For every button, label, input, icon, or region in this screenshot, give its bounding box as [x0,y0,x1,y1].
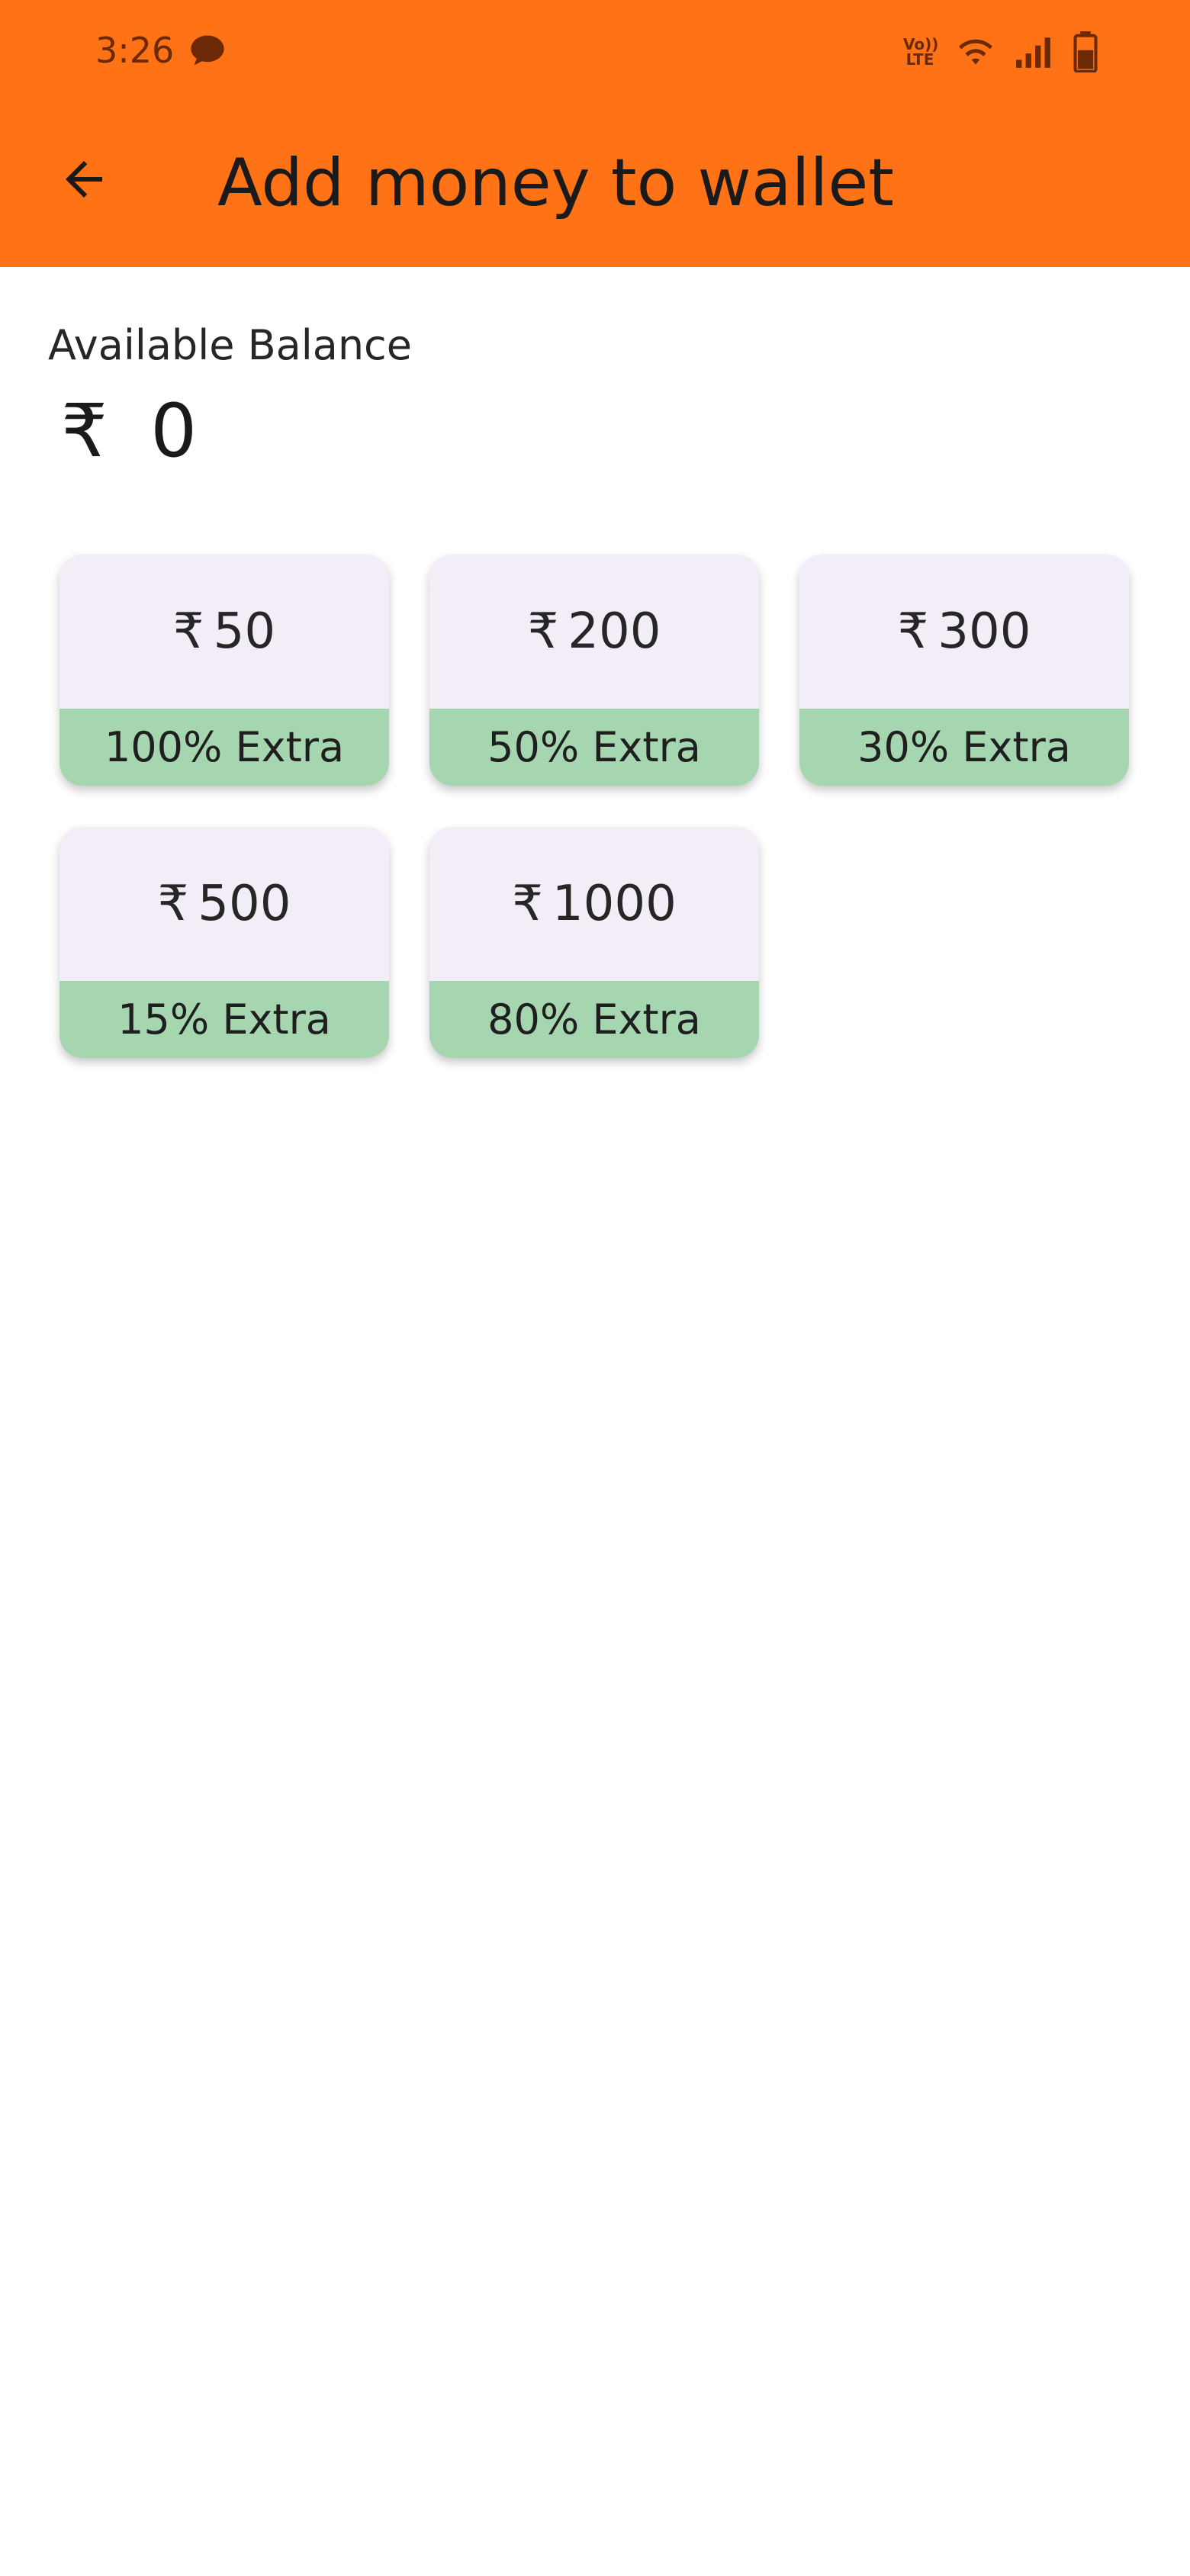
offer-amount: ₹ 1000 [429,827,759,981]
rupee-symbol: ₹ [61,388,108,474]
rupee-symbol: ₹ [172,603,204,660]
offer-amount: ₹ 500 [60,827,389,981]
offer-card-300[interactable]: ₹ 300 30% Extra [799,555,1129,786]
status-time: 3:26 [95,30,175,71]
rupee-symbol: ₹ [897,603,929,660]
offer-extra-label: 80% Extra [429,981,759,1058]
available-balance-label: Available Balance [48,321,412,369]
message-icon [191,35,224,66]
offer-amount: ₹ 200 [429,555,759,709]
battery-icon [1073,31,1098,72]
back-button[interactable] [46,141,122,217]
offer-card-500[interactable]: ₹ 500 15% Extra [60,827,389,1058]
amount-value: 1000 [552,876,677,932]
wifi-icon [959,39,992,65]
offer-card-200[interactable]: ₹ 200 50% Extra [429,555,759,786]
arrow-back-icon [66,161,102,198]
status-icons: Vo)) LTE [903,29,1098,75]
volte-icon: Vo)) LTE [903,35,939,69]
amount-value: 200 [568,603,661,660]
balance-amount: ₹ 0 [61,385,197,477]
page-title: Add money to wallet [217,145,895,221]
offer-card-1000[interactable]: ₹ 1000 80% Extra [429,827,759,1058]
offer-amount: ₹ 300 [799,555,1129,709]
signal-icon [1016,37,1050,68]
amount-value: 300 [938,603,1031,660]
app-bar: 3:26 Vo)) LTE Add money to wallet [0,0,1190,267]
offer-extra-label: 30% Extra [799,709,1129,786]
offer-amount: ₹ 50 [60,555,389,709]
amount-value: 500 [198,876,291,932]
offer-extra-label: 50% Extra [429,709,759,786]
amount-value: 50 [213,603,276,660]
balance-value: 0 [150,388,198,474]
offer-extra-label: 100% Extra [60,709,389,786]
offer-card-50[interactable]: ₹ 50 100% Extra [60,555,389,786]
rupee-symbol: ₹ [157,876,189,932]
offer-extra-label: 15% Extra [60,981,389,1058]
rupee-symbol: ₹ [527,603,559,660]
rupee-symbol: ₹ [512,876,543,932]
